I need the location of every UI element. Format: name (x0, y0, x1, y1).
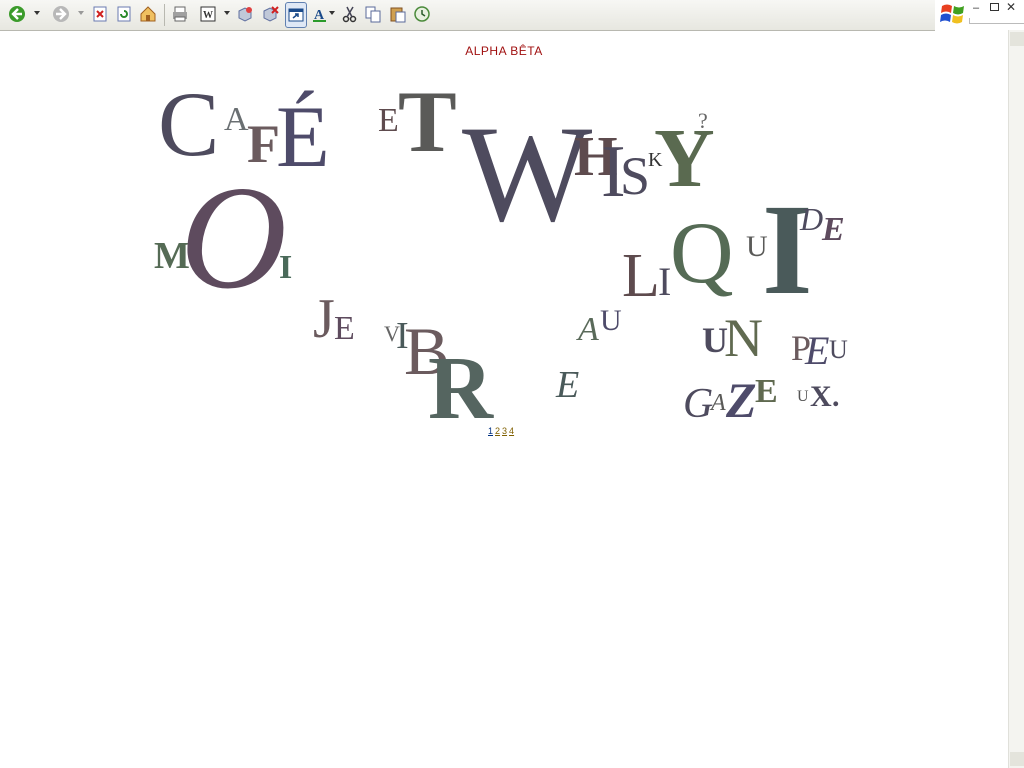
poem-letter: Q (670, 205, 734, 302)
poem-letter: U (600, 304, 622, 337)
poem-letter: A (224, 101, 249, 138)
page-link-4[interactable]: 4 (509, 426, 514, 436)
vertical-scrollbar[interactable] (1008, 30, 1024, 768)
poem-letter: X (810, 380, 832, 413)
poem-letter: ? (698, 108, 708, 133)
poem-letter: E (804, 328, 829, 373)
page-link-2[interactable]: 2 (495, 426, 500, 436)
poem-letter: G (683, 381, 713, 427)
poem-letter: A (709, 390, 726, 416)
poem-letter: E (555, 364, 579, 406)
poem-letter: L (622, 242, 660, 310)
poem-letter: E (755, 373, 778, 410)
poem-letter: E (378, 102, 399, 139)
pagination: 1234 (488, 426, 516, 436)
poem-letter: I (279, 249, 292, 286)
poem-letter: N (724, 308, 763, 368)
poem-letter: . (832, 380, 840, 413)
poem-letter: S (620, 146, 650, 206)
poem-letter: J (313, 288, 335, 350)
poem-letter: W (462, 97, 592, 250)
page-link-3[interactable]: 3 (502, 426, 507, 436)
poem-letter: D (799, 201, 823, 237)
poem-letter: E (821, 211, 845, 248)
poem-letter: A (576, 311, 599, 348)
poem-letter: I (762, 178, 813, 322)
scroll-down-button[interactable] (1010, 752, 1024, 766)
poem-letter: E (334, 310, 355, 347)
poem-letter: R (428, 339, 494, 438)
typographic-poem: C A F É E T W H I S K Y ? M O I J E V I … (154, 73, 848, 438)
poem-letter: Z (725, 372, 757, 428)
poem-letter: U (829, 335, 848, 364)
poem-letter: T (398, 74, 457, 171)
scroll-up-button[interactable] (1010, 32, 1024, 46)
page-link-1[interactable]: 1 (488, 426, 493, 436)
poem-letter: O (180, 156, 287, 320)
poem-letter: U (797, 388, 809, 405)
